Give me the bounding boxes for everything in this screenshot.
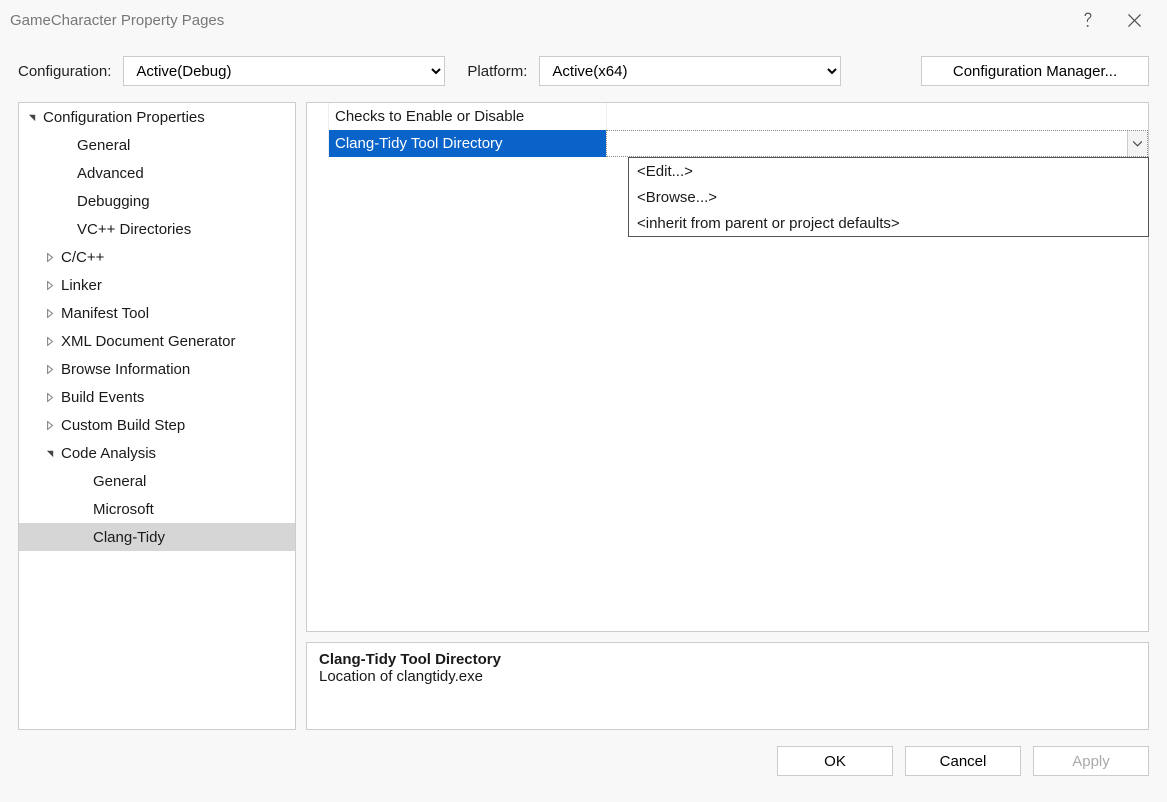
tree-item-label: Advanced	[77, 165, 144, 182]
tree-item[interactable]: Build Events	[19, 383, 295, 411]
chevron-right-icon	[43, 306, 57, 320]
config-manager-button[interactable]: Configuration Manager...	[921, 56, 1149, 86]
grid-key: Clang-Tidy Tool Directory	[329, 130, 606, 157]
tree-spacer	[59, 138, 73, 152]
grid-gutter	[307, 103, 329, 130]
help-button[interactable]	[1065, 0, 1111, 40]
chevron-right-icon	[43, 418, 57, 432]
help-icon	[1082, 12, 1094, 28]
value-dropdown[interactable]: <Edit...> <Browse...> <inherit from pare…	[628, 157, 1149, 237]
grid-key: Checks to Enable or Disable	[329, 103, 606, 130]
chevron-down-icon	[25, 110, 39, 124]
tree-item[interactable]: General	[19, 467, 295, 495]
tree[interactable]: Configuration Properties General Advanced…	[18, 102, 296, 730]
tree-item-label: Linker	[61, 277, 102, 294]
tree-item-label: General	[77, 137, 130, 154]
tree-root-label: Configuration Properties	[43, 109, 205, 126]
tree-item-label: XML Document Generator	[61, 333, 236, 350]
chevron-right-icon	[43, 362, 57, 376]
window-title: GameCharacter Property Pages	[10, 12, 224, 29]
description-panel: Clang-Tidy Tool Directory Location of cl…	[306, 642, 1149, 730]
tree-item[interactable]: XML Document Generator	[19, 327, 295, 355]
tree-spacer	[59, 166, 73, 180]
tree-item[interactable]: C/C++	[19, 243, 295, 271]
tree-item[interactable]: Clang-Tidy	[19, 523, 295, 551]
tree-spacer	[59, 222, 73, 236]
tree-item-label: C/C++	[61, 249, 104, 266]
grid-gutter	[307, 130, 329, 157]
tree-item[interactable]: General	[19, 131, 295, 159]
chevron-right-icon	[43, 278, 57, 292]
chevron-down-icon	[43, 446, 57, 460]
titlebar: GameCharacter Property Pages	[0, 0, 1167, 40]
chevron-right-icon	[43, 250, 57, 264]
dropdown-item-edit[interactable]: <Edit...>	[629, 158, 1148, 184]
grid-row[interactable]: Checks to Enable or Disable	[307, 103, 1148, 130]
property-grid[interactable]: Checks to Enable or DisableClang-Tidy To…	[306, 102, 1149, 632]
chevron-right-icon	[43, 390, 57, 404]
tree-item-label: Build Events	[61, 389, 144, 406]
description-title: Clang-Tidy Tool Directory	[319, 651, 1136, 668]
dropdown-item-inherit[interactable]: <inherit from parent or project defaults…	[629, 210, 1148, 236]
tree-item-label: Browse Information	[61, 361, 190, 378]
tree-spacer	[75, 474, 89, 488]
chevron-down-icon	[1133, 141, 1142, 147]
tree-item-label: Microsoft	[93, 501, 154, 518]
tree-item-label: Code Analysis	[61, 445, 156, 462]
value-dropdown-button[interactable]	[1127, 131, 1147, 156]
tree-item[interactable]: Linker	[19, 271, 295, 299]
tree-root[interactable]: Configuration Properties	[19, 103, 295, 131]
ok-button[interactable]: OK	[777, 746, 893, 776]
close-icon	[1128, 14, 1141, 27]
tree-item[interactable]: Browse Information	[19, 355, 295, 383]
tree-item-label: Clang-Tidy	[93, 529, 165, 546]
tree-item[interactable]: Code Analysis	[19, 439, 295, 467]
grid-value[interactable]	[606, 103, 1148, 130]
platform-label: Platform:	[467, 63, 527, 80]
tree-item-label: Manifest Tool	[61, 305, 149, 322]
cancel-button[interactable]: Cancel	[905, 746, 1021, 776]
tree-item[interactable]: Microsoft	[19, 495, 295, 523]
footer: OK Cancel Apply	[0, 730, 1167, 792]
tree-spacer	[75, 530, 89, 544]
tree-item-label: General	[93, 473, 146, 490]
tree-item-label: Custom Build Step	[61, 417, 185, 434]
dropdown-item-browse[interactable]: <Browse...>	[629, 184, 1148, 210]
platform-select[interactable]: Active(x64)	[539, 56, 841, 86]
tree-item[interactable]: Advanced	[19, 159, 295, 187]
tree-item[interactable]: Debugging	[19, 187, 295, 215]
configuration-label: Configuration:	[18, 63, 111, 80]
tree-spacer	[59, 194, 73, 208]
tree-item[interactable]: Custom Build Step	[19, 411, 295, 439]
configuration-select[interactable]: Active(Debug)	[123, 56, 445, 86]
tree-item-label: Debugging	[77, 193, 150, 210]
tree-item[interactable]: VC++ Directories	[19, 215, 295, 243]
tree-item-label: VC++ Directories	[77, 221, 191, 238]
tree-item[interactable]: Manifest Tool	[19, 299, 295, 327]
grid-value[interactable]	[606, 130, 1148, 157]
tree-spacer	[75, 502, 89, 516]
config-row: Configuration: Active(Debug) Platform: A…	[0, 40, 1167, 102]
grid-row[interactable]: Clang-Tidy Tool Directory	[307, 130, 1148, 157]
chevron-right-icon	[43, 334, 57, 348]
description-text: Location of clangtidy.exe	[319, 668, 1136, 685]
close-button[interactable]	[1111, 0, 1157, 40]
apply-button[interactable]: Apply	[1033, 746, 1149, 776]
